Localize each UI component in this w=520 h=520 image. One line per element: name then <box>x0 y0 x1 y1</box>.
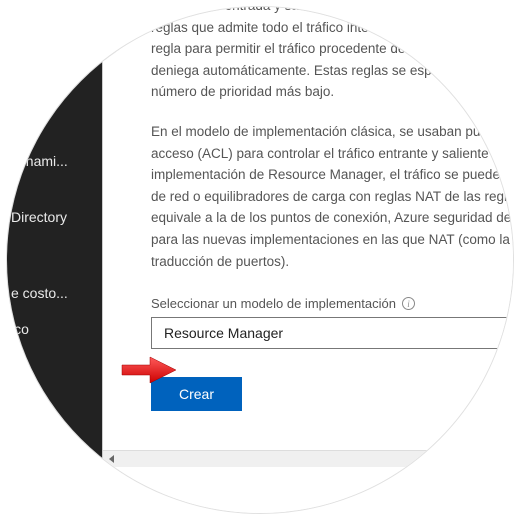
info-icon[interactable]: i <box>402 297 415 310</box>
create-button[interactable]: Crear <box>151 377 242 411</box>
deployment-model-label: Seleccionar un modelo de implementación … <box>151 296 514 311</box>
chevron-down-icon <box>504 326 514 340</box>
deployment-model-value: Resource Manager <box>164 325 283 341</box>
sidebar-item-directory[interactable]: Directory <box>6 199 102 235</box>
main-panel: udientes de entrada y salida. Además, ca… <box>102 6 514 514</box>
sidebar-item-blank1[interactable] <box>6 179 102 199</box>
description-paragraph-2: En el modelo de implementación clásica, … <box>151 121 514 272</box>
sidebar-item-cenami[interactable]: cenami... <box>6 143 102 179</box>
sidebar: irga cenami... Directory e costo... ico <box>6 6 102 514</box>
sidebar-item-costo[interactable]: e costo... <box>6 275 102 311</box>
deployment-model-select[interactable]: Resource Manager <box>151 317 514 349</box>
description-paragraph-1: udientes de entrada y salida. Además, ca… <box>151 6 514 103</box>
sidebar-item-blank3[interactable] <box>6 255 102 275</box>
sidebar-item-blank2[interactable] <box>6 235 102 255</box>
sidebar-item-ico[interactable]: ico <box>6 311 102 347</box>
deployment-model-label-text: Seleccionar un modelo de implementación <box>151 296 396 311</box>
sidebar-item-irga[interactable]: irga <box>6 107 102 143</box>
scroll-left-arrow-icon[interactable] <box>103 451 120 468</box>
horizontal-scrollbar[interactable] <box>103 450 514 467</box>
